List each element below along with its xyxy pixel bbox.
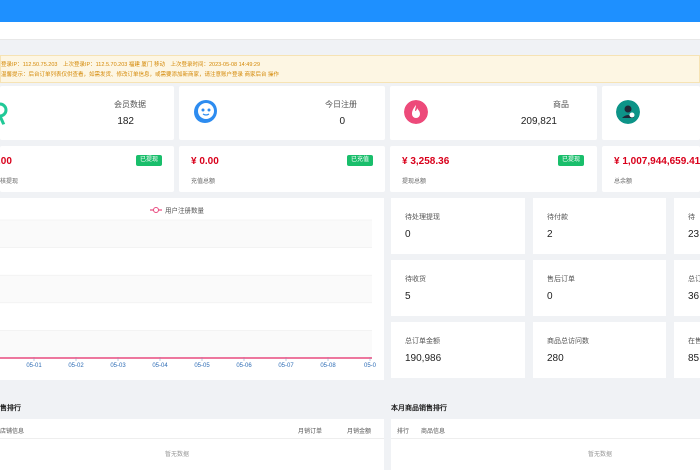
- status-badge: 已提现: [136, 155, 163, 166]
- tab-bar: [0, 22, 700, 40]
- stat-value: 182: [117, 116, 134, 127]
- money-label: 总余额: [614, 179, 633, 185]
- x-tick-label: 05-0: [364, 363, 377, 369]
- mini-card-goods-visits[interactable]: 商品总访问数 280: [533, 322, 666, 378]
- money-amount: ¥ 0.00: [191, 156, 219, 167]
- stat-label: 会员数据: [114, 100, 146, 109]
- col-shop-info: 店铺信息: [0, 429, 25, 435]
- top-navigation-bar: [0, 0, 700, 22]
- legend-marker: [153, 207, 159, 213]
- money-card-audit-withdraw[interactable]: .00 已提现 核提现: [0, 146, 174, 192]
- money-amount: ¥ 3,258.36: [402, 156, 450, 167]
- x-tick-label: 05-07: [278, 363, 294, 369]
- goods-rank-title: 本月商品销售排行: [391, 405, 447, 412]
- col-month-orders: 月销订单: [298, 429, 323, 435]
- shop-rank-title: 售排行: [0, 405, 21, 412]
- mini-value: 280: [547, 353, 564, 364]
- mini-value: 0: [405, 229, 411, 240]
- mini-title: 待: [688, 214, 695, 221]
- status-badge: 已充值: [347, 155, 374, 166]
- user-badge-icon: [616, 100, 640, 124]
- mini-value: 0: [547, 291, 553, 302]
- user-icon: [0, 102, 8, 125]
- mini-card-after-sale[interactable]: 售后订单 0: [533, 260, 666, 316]
- mini-title: 售后订单: [547, 276, 575, 283]
- col-rank: 排行: [397, 429, 410, 435]
- table-header: 排行 商品信息: [391, 419, 700, 439]
- x-tick-label: 05-02: [68, 363, 84, 369]
- money-amount: .00: [0, 156, 12, 167]
- stat-label: 商品: [553, 100, 569, 109]
- grid-band: [0, 247, 372, 276]
- mini-card-pending-payment[interactable]: 待付款 2: [533, 198, 666, 254]
- mini-title: 总订单金额: [405, 338, 440, 345]
- mini-card-pending-withdraw[interactable]: 待处理提现 0: [391, 198, 525, 254]
- money-label: 提现总额: [402, 179, 427, 185]
- notice-line-tip: 温馨提示：后台订单列表仅供查看，如需发货、修改订单信息，或需要添加新商家，请注意…: [1, 72, 280, 78]
- stat-label: 今日注册: [325, 100, 357, 109]
- fire-icon: [404, 100, 428, 124]
- mini-title: 商品总访问数: [547, 338, 589, 345]
- mini-value: 36: [688, 291, 700, 302]
- stat-card-partial[interactable]: [602, 86, 700, 140]
- col-goods-info: 商品信息: [421, 429, 446, 435]
- x-tick-label: 05-05: [194, 363, 210, 369]
- mini-title: 在售: [688, 338, 700, 345]
- login-notice: 登录IP：112.50.75.203 上次登录IP：112.5.70.203 福…: [0, 55, 700, 83]
- x-tick-label: 05-06: [236, 363, 252, 369]
- grid-band: [0, 302, 372, 331]
- grid-band: [0, 220, 372, 248]
- mini-card-order-amount[interactable]: 总订单金额 190,986: [391, 322, 525, 378]
- x-tick-label: 05-03: [110, 363, 126, 369]
- x-tick-label: 05-08: [320, 363, 336, 369]
- mini-title: 总订: [688, 276, 700, 283]
- money-amount: ¥ 1,007,944,659.41: [614, 156, 700, 167]
- mini-value: 85: [688, 353, 700, 364]
- mini-value: 5: [405, 291, 411, 302]
- table-header: 店铺信息 月销订单 月销金额: [0, 419, 384, 439]
- grid-band: [0, 275, 372, 303]
- mini-card-partial-1[interactable]: 待 23: [674, 198, 700, 254]
- status-badge: 已提现: [558, 155, 585, 166]
- mini-value: 190,986: [405, 353, 442, 364]
- money-card-withdraw-total[interactable]: ¥ 3,258.36 已提现 提现总额: [390, 146, 597, 192]
- mini-value: 2: [547, 229, 553, 240]
- mini-title: 待付款: [547, 214, 568, 221]
- mini-title: 待处理提现: [405, 214, 440, 221]
- mini-card-partial-3[interactable]: 在售 85: [674, 322, 700, 378]
- stat-value: 0: [339, 116, 345, 127]
- shop-rank-table: 店铺信息 月销订单 月销金额 暂无数据: [0, 419, 384, 470]
- stat-card-goods[interactable]: 商品 209,821: [390, 86, 597, 140]
- goods-rank-table: 排行 商品信息 暂无数据: [391, 419, 700, 470]
- legend-label: 用户注册数量: [165, 206, 205, 215]
- empty-state: 暂无数据: [165, 452, 190, 458]
- x-tick-label: 05-04: [152, 363, 168, 369]
- money-card-balance[interactable]: ¥ 1,007,944,659.41 总余额: [602, 146, 700, 192]
- money-label: 充值总额: [191, 179, 216, 185]
- money-label: 核提现: [0, 179, 19, 185]
- x-tick-label: 05-01: [26, 363, 42, 369]
- empty-state: 暂无数据: [588, 452, 613, 458]
- register-chart-card: 用户注册数量 05-01 05-02 05-03 05-04 05-05 05-06 05-…: [0, 198, 384, 380]
- mini-title: 待收货: [405, 276, 426, 283]
- mini-card-to-receive[interactable]: 待收货 5: [391, 260, 525, 316]
- stat-card-today-register[interactable]: 今日注册 0: [179, 86, 385, 140]
- stat-card-members[interactable]: 会员数据 182: [0, 86, 174, 140]
- col-month-amount: 月销金额: [347, 429, 372, 435]
- grid-band: [0, 330, 372, 358]
- notice-line-login: 登录IP：112.50.75.203 上次登录IP：112.5.70.203 福…: [1, 62, 261, 68]
- register-line-chart: 用户注册数量 05-01 05-02 05-03 05-04 05-05 05-06 05-…: [0, 206, 377, 369]
- money-card-recharge[interactable]: ¥ 0.00 已充值 充值总额: [179, 146, 385, 192]
- robot-icon: [194, 100, 217, 123]
- stat-value: 209,821: [520, 116, 557, 127]
- mini-value: 23: [688, 229, 700, 240]
- mini-card-partial-2[interactable]: 总订 36: [674, 260, 700, 316]
